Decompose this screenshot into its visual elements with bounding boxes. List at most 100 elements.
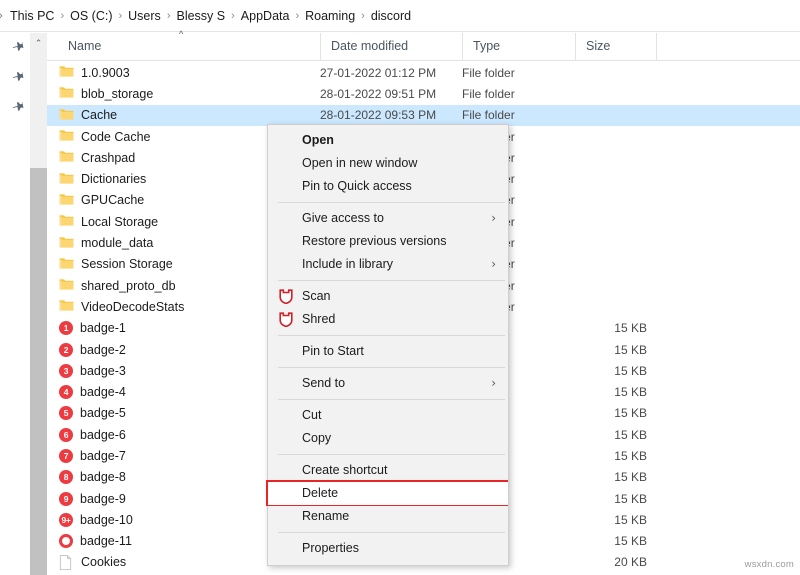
- badge-number-icon: 1: [59, 321, 73, 336]
- file-name-cell[interactable]: module_data: [59, 236, 153, 251]
- folder-icon: [59, 150, 74, 165]
- sort-ascending-icon: ^: [179, 29, 184, 39]
- breadcrumb-separator: ›: [295, 9, 300, 22]
- badge-number-icon: 4: [59, 385, 73, 400]
- breadcrumb-separator: ›: [231, 9, 235, 22]
- table-row[interactable]: blob_storage 28-01-2022 09:51 PM File fold…: [47, 83, 800, 104]
- menu-item-label: Properties: [302, 541, 359, 555]
- breadcrumb-item-this-pc[interactable]: This PC: [7, 9, 57, 23]
- shield-icon: [279, 312, 293, 328]
- pin-icon[interactable]: [8, 96, 27, 115]
- menu-item-shred[interactable]: Shred: [268, 308, 508, 331]
- menu-item-pin-to-quick-access[interactable]: Pin to Quick access: [268, 175, 508, 198]
- badge-number-icon: 7: [59, 448, 73, 463]
- file-name-cell[interactable]: 7 badge-7: [59, 448, 126, 463]
- file-name-cell[interactable]: 1 badge-1: [59, 321, 126, 336]
- file-name-cell[interactable]: 6 badge-6: [59, 427, 126, 442]
- menu-item-include-in-library[interactable]: Include in library ›: [268, 253, 508, 276]
- menu-item-give-access-to[interactable]: Give access to ›: [268, 207, 508, 230]
- breadcrumb-item-blessy-s[interactable]: Blessy S: [173, 9, 228, 23]
- column-header-name[interactable]: Name: [58, 33, 320, 60]
- file-name-label: GPUCache: [81, 193, 145, 208]
- menu-item-properties[interactable]: Properties: [268, 537, 508, 560]
- file-name-cell[interactable]: Dictionaries: [59, 172, 146, 187]
- menu-item-copy[interactable]: Copy: [268, 427, 508, 450]
- file-name-cell[interactable]: 5 badge-5: [59, 406, 126, 421]
- file-name-cell[interactable]: 3 badge-3: [59, 363, 126, 378]
- menu-item-open-in-new-window[interactable]: Open in new window: [268, 152, 508, 175]
- menu-separator: [278, 202, 505, 203]
- column-header-blank[interactable]: [656, 33, 800, 60]
- breadcrumb-item-users[interactable]: Users: [125, 9, 164, 23]
- menu-item-open[interactable]: Open: [268, 129, 508, 152]
- file-name-cell[interactable]: Local Storage: [59, 214, 158, 229]
- menu-item-restore-previous-versions[interactable]: Restore previous versions: [268, 230, 508, 253]
- table-row[interactable]: 1.0.9003 27-01-2022 01:12 PM File folder: [47, 62, 800, 83]
- file-name-cell[interactable]: Session Storage: [59, 257, 173, 272]
- file-name-label: badge-2: [80, 342, 126, 357]
- file-name-label: badge-10: [80, 512, 133, 527]
- folder-icon: [59, 299, 74, 314]
- file-name-cell[interactable]: badge-11: [59, 534, 132, 549]
- column-header-size[interactable]: Size: [575, 33, 656, 60]
- folder-icon: [59, 236, 74, 251]
- menu-item-label: Create shortcut: [302, 463, 388, 477]
- file-name-cell[interactable]: Code Cache: [59, 129, 151, 144]
- menu-item-send-to[interactable]: Send to ›: [268, 372, 508, 395]
- file-name-cell[interactable]: VideoDecodeStats: [59, 299, 184, 314]
- badge-number-icon: 5: [59, 406, 73, 421]
- context-menu[interactable]: Open Open in new window Pin to Quick acces…: [266, 124, 509, 566]
- menu-item-label: Pin to Quick access: [302, 179, 412, 193]
- file-type-cell: File folder: [462, 108, 515, 123]
- file-name-cell[interactable]: Cache: [59, 108, 117, 123]
- menu-item-create-shortcut[interactable]: Create shortcut: [268, 459, 508, 482]
- menu-item-label: Open: [302, 133, 334, 147]
- breadcrumb-item-os-c[interactable]: OS (C:): [67, 9, 115, 23]
- menu-item-scan[interactable]: Scan: [268, 285, 508, 308]
- vertical-scrollbar-thumb[interactable]: [30, 168, 47, 575]
- file-name-cell[interactable]: 1.0.9003: [59, 65, 130, 80]
- file-name-cell[interactable]: 9+ badge-10: [59, 512, 133, 527]
- file-name-cell[interactable]: 9 badge-9: [59, 491, 126, 506]
- file-type-cell: File folder: [462, 65, 515, 80]
- badge-number-icon: 8: [59, 470, 73, 485]
- badge-number-icon: 2: [59, 342, 73, 357]
- column-header-type[interactable]: Type: [462, 33, 575, 60]
- menu-item-cut[interactable]: Cut: [268, 404, 508, 427]
- breadcrumb-item-discord[interactable]: discord: [368, 9, 414, 23]
- file-name-cell[interactable]: 2 badge-2: [59, 342, 126, 357]
- menu-item-label: Scan: [302, 289, 331, 303]
- folder-icon: [59, 65, 74, 80]
- file-name-cell[interactable]: 8 badge-8: [59, 470, 126, 485]
- file-name-cell[interactable]: blob_storage: [59, 86, 153, 101]
- breadcrumb-item-appdata[interactable]: AppData: [238, 9, 293, 23]
- file-name-cell[interactable]: GPUCache: [59, 193, 144, 208]
- file-name-label: module_data: [81, 236, 154, 251]
- file-name-cell[interactable]: Cookies: [59, 554, 126, 570]
- menu-item-label: Give access to: [302, 211, 384, 225]
- file-name-cell[interactable]: shared_proto_db: [59, 278, 176, 293]
- file-name-label: badge-9: [80, 491, 126, 506]
- breadcrumb-leading-arrow: ›: [0, 10, 7, 22]
- pin-icon[interactable]: [8, 66, 27, 85]
- breadcrumb-item-roaming[interactable]: Roaming: [302, 9, 358, 23]
- scroll-up-icon[interactable]: ⌃: [30, 36, 47, 50]
- column-header-date-modified[interactable]: Date modified: [320, 33, 462, 60]
- file-name-label: badge-1: [80, 321, 126, 336]
- breadcrumb[interactable]: › This PC›OS (C:)›Users›Blessy S›AppData…: [0, 0, 800, 32]
- file-name-label: badge-4: [80, 385, 126, 400]
- menu-item-label: Rename: [302, 509, 350, 523]
- menu-item-pin-to-start[interactable]: Pin to Start: [268, 340, 508, 363]
- file-name-cell[interactable]: 4 badge-4: [59, 385, 126, 400]
- file-name-cell[interactable]: Crashpad: [59, 150, 135, 165]
- folder-icon: [59, 129, 74, 144]
- pin-icon[interactable]: [8, 36, 27, 55]
- watermark: wsxdn.com: [744, 559, 794, 570]
- menu-item-rename[interactable]: Rename: [268, 505, 508, 528]
- file-size-cell: 15 KB: [614, 427, 647, 442]
- file-name-label: shared_proto_db: [81, 278, 176, 293]
- menu-separator: [278, 454, 505, 455]
- table-row[interactable]: Cache 28-01-2022 09:53 PM File folder: [47, 104, 800, 126]
- menu-item-delete[interactable]: Delete: [268, 482, 508, 505]
- breadcrumb-separator: ›: [60, 9, 65, 22]
